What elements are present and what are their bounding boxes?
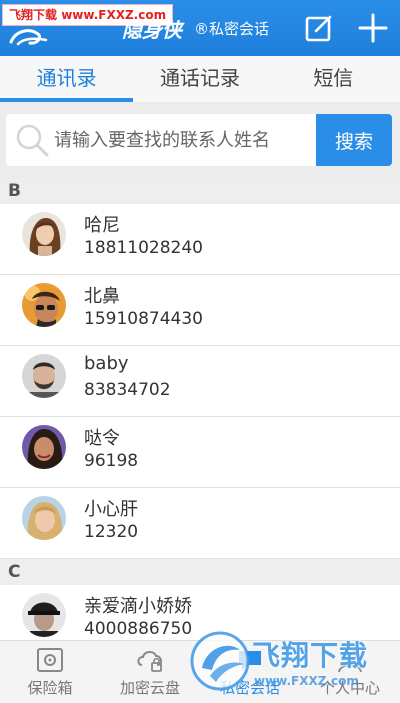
contact-list[interactable]: B 哈尼 18811028240 北鼻 15910874430 baby 838… (0, 178, 400, 640)
contact-name: 哈尼 (84, 215, 120, 236)
avatar-man-beard (22, 354, 66, 398)
contact-name: 亲爱滴小娇娇 (84, 596, 192, 617)
top-bar: 飞翔下载 www.FXXZ.com 隐身侠 ®私密会话 (0, 0, 400, 56)
add-button[interactable] (356, 11, 390, 45)
user-icon (338, 648, 362, 673)
contact-phone: 18811028240 (84, 238, 203, 258)
avatar-man-sunglasses (22, 283, 66, 327)
section-header-b: B (0, 178, 400, 204)
app-subtitle: ®私密会话 (194, 20, 270, 38)
contact-name: 北鼻 (84, 286, 120, 307)
search-box (6, 114, 316, 166)
nav-item-chat[interactable]: 私密会话 (200, 641, 300, 703)
compose-icon (305, 15, 332, 42)
contact-phone: 15910874430 (84, 309, 203, 329)
contact-item[interactable]: 哈尼 18811028240 (0, 204, 400, 275)
avatar-woman-brown-hair (22, 212, 66, 256)
contact-phone: 12320 (84, 522, 139, 542)
nav-item-safe[interactable]: 保险箱 (0, 641, 100, 703)
chat-icon (239, 651, 261, 670)
app-logo-icon (9, 29, 48, 46)
tab-bar: 通讯录 通话记录 短信 (0, 56, 400, 102)
contact-name: 哒令 (84, 428, 120, 449)
search-bar: 搜索 (0, 102, 400, 178)
contact-item[interactable]: 亲爱滴小娇娇 4000886750 (0, 585, 400, 640)
cloud-lock-icon (137, 651, 162, 672)
nav-item-profile[interactable]: 个人中心 (300, 641, 400, 703)
contact-phone: 96198 (84, 451, 139, 471)
avatar-woman-dark-hair (22, 425, 66, 469)
nav-label: 保险箱 (27, 679, 73, 697)
tab-call-log[interactable]: 通话记录 (133, 56, 266, 102)
avatar-woman-blonde (22, 496, 66, 540)
avatar-man-cap (22, 593, 66, 637)
contact-phone: 4000886750 (84, 619, 193, 639)
nav-label: 个人中心 (319, 679, 380, 697)
nav-label: 私密会话 (219, 679, 280, 697)
nav-item-cloud[interactable]: 加密云盘 (100, 641, 200, 703)
bottom-nav: 保险箱 加密云盘 私密会话 个人中心 (0, 640, 400, 703)
section-header-c: C (0, 559, 400, 585)
nav-label: 加密云盘 (119, 679, 180, 697)
search-icon (16, 124, 49, 157)
tab-sms[interactable]: 短信 (267, 56, 400, 102)
contact-item[interactable]: 哒令 96198 (0, 417, 400, 488)
contact-item[interactable]: 小心肝 12320 (0, 488, 400, 559)
contact-name: 小心肝 (84, 499, 138, 520)
tab-contacts[interactable]: 通讯录 (0, 56, 134, 102)
plus-icon (358, 13, 388, 43)
watermark-badge-prefix: 飞翔下载 (9, 8, 58, 22)
search-button[interactable]: 搜索 (316, 114, 392, 166)
compose-button[interactable] (302, 11, 336, 45)
app-name: 隐身侠 (122, 18, 182, 42)
contact-item[interactable]: baby 83834702 (0, 346, 400, 417)
contact-phone: 83834702 (84, 380, 171, 400)
search-input[interactable] (54, 114, 312, 166)
safe-icon (37, 648, 63, 672)
contact-item[interactable]: 北鼻 15910874430 (0, 275, 400, 346)
contact-name: baby (84, 353, 129, 374)
